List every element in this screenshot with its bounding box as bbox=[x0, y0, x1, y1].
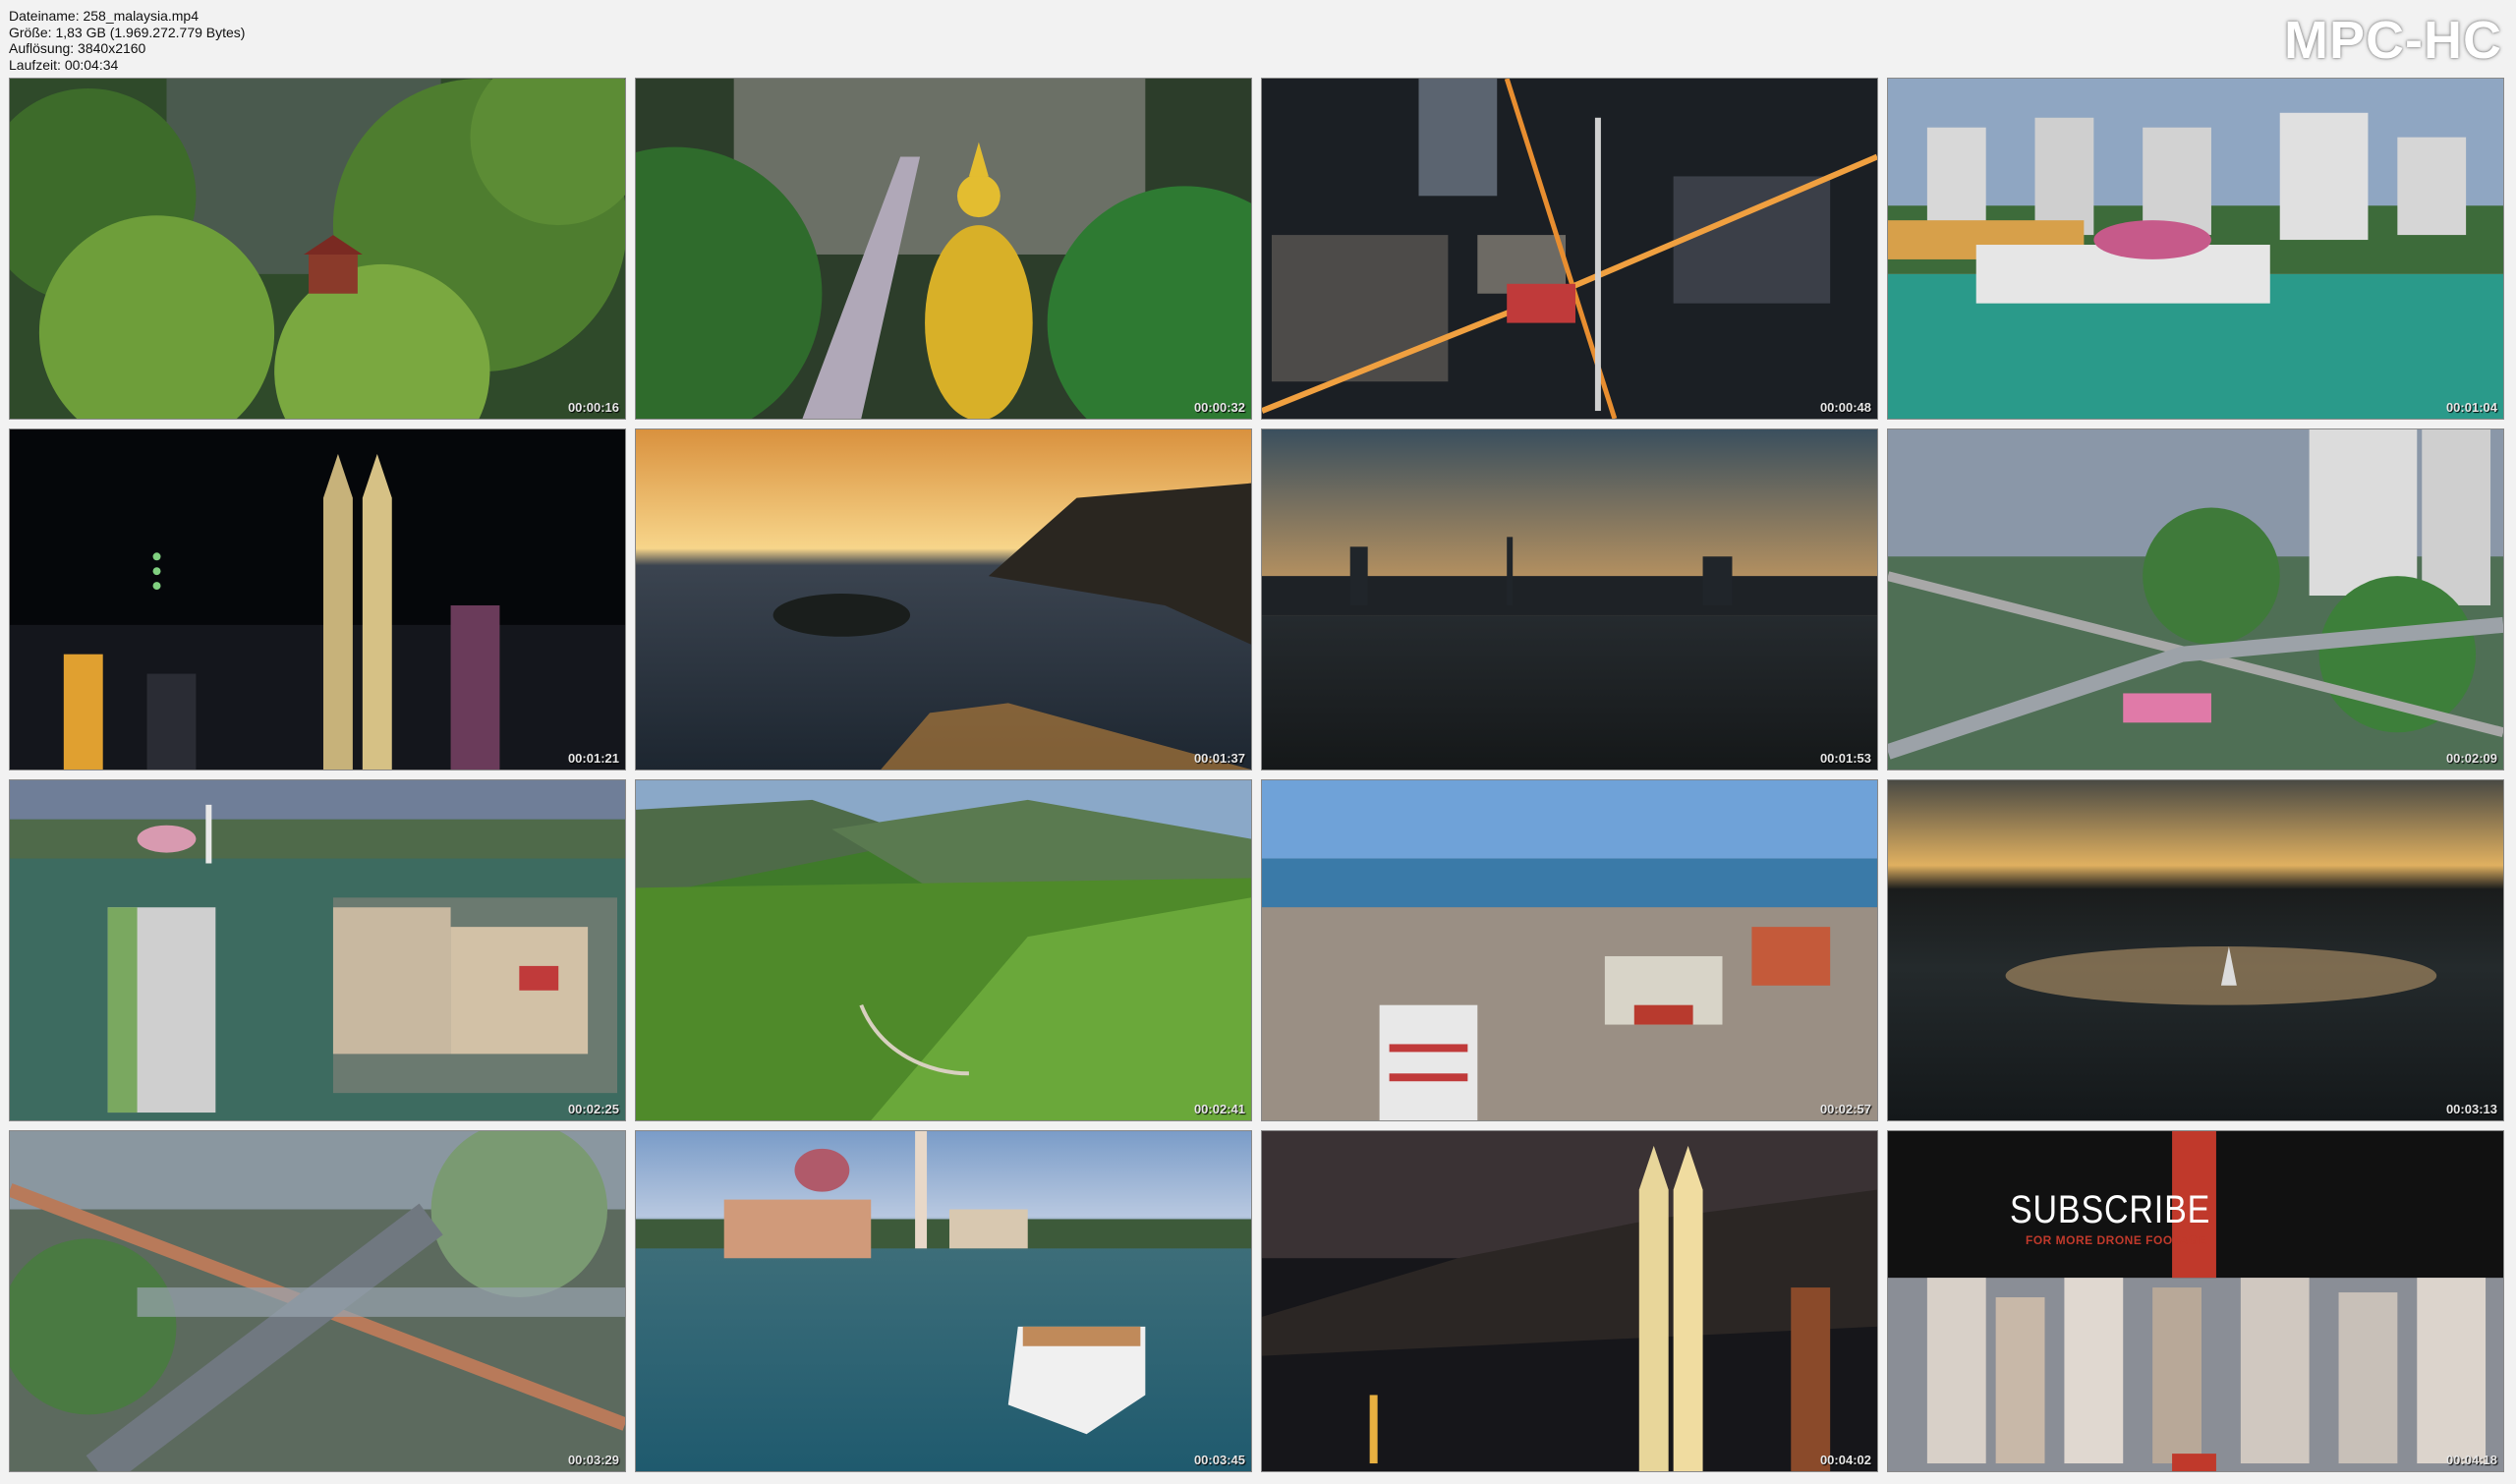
thumbnail-11[interactable]: 00:02:57 bbox=[1261, 779, 1878, 1121]
file-resolution: Auflösung: 3840x2160 bbox=[9, 40, 146, 56]
timestamp: 00:03:45 bbox=[1193, 1453, 1245, 1467]
thumbnail-5[interactable]: 00:01:21 bbox=[9, 428, 626, 771]
thumbnail-14[interactable]: 00:03:45 bbox=[635, 1130, 1252, 1472]
thumbnail-7-image bbox=[1262, 429, 1877, 770]
timestamp: 00:00:16 bbox=[567, 400, 619, 415]
timestamp: 00:02:25 bbox=[567, 1102, 619, 1116]
thumbnail-12[interactable]: 00:03:13 bbox=[1887, 779, 2504, 1121]
thumbnail-5-image bbox=[10, 429, 625, 770]
timestamp: 00:03:29 bbox=[567, 1453, 619, 1467]
thumbnail-4[interactable]: 00:01:04 bbox=[1887, 78, 2504, 420]
thumbnail-1-image bbox=[10, 79, 625, 419]
thumbnail-grid: 00:00:16 00:00:32 00:00:48 00:01:04 00:0… bbox=[9, 78, 2509, 1473]
subscribe-subtitle: FOR MORE DRONE FOOTAGE bbox=[2026, 1233, 2207, 1247]
thumbnail-2-image bbox=[636, 79, 1251, 419]
app-logo: MPC-HC bbox=[2284, 11, 2502, 70]
thumbnail-10-image bbox=[636, 780, 1251, 1120]
timestamp: 00:01:53 bbox=[1819, 751, 1871, 766]
thumbnail-14-image bbox=[636, 1131, 1251, 1471]
thumbnail-2[interactable]: 00:00:32 bbox=[635, 78, 1252, 420]
thumbnail-6[interactable]: 00:01:37 bbox=[635, 428, 1252, 771]
timestamp: 00:03:13 bbox=[2445, 1102, 2497, 1116]
thumbnail-10[interactable]: 00:02:41 bbox=[635, 779, 1252, 1121]
file-size: Größe: 1,83 GB (1.969.272.779 Bytes) bbox=[9, 24, 246, 40]
timestamp: 00:04:18 bbox=[2445, 1453, 2497, 1467]
timestamp: 00:00:32 bbox=[1193, 400, 1245, 415]
subscribe-title: SUBSCRIBE bbox=[2010, 1188, 2211, 1231]
thumbnail-16-image bbox=[1888, 1131, 2503, 1471]
thumbnail-13[interactable]: 00:03:29 bbox=[9, 1130, 626, 1472]
timestamp: 00:04:02 bbox=[1819, 1453, 1871, 1467]
timestamp: 00:01:37 bbox=[1193, 751, 1245, 766]
timestamp: 00:02:57 bbox=[1819, 1102, 1871, 1116]
thumbnail-8-image bbox=[1888, 429, 2503, 770]
thumbnail-13-image bbox=[10, 1131, 625, 1471]
file-name: Dateiname: 258_malaysia.mp4 bbox=[9, 8, 199, 24]
thumbnail-12-image bbox=[1888, 780, 2503, 1120]
thumbnail-1[interactable]: 00:00:16 bbox=[9, 78, 626, 420]
thumbnail-7[interactable]: 00:01:53 bbox=[1261, 428, 1878, 771]
thumbnail-9-image bbox=[10, 780, 625, 1120]
file-duration: Laufzeit: 00:04:34 bbox=[9, 56, 119, 73]
thumbnail-15[interactable]: 00:04:02 bbox=[1261, 1130, 1878, 1472]
thumbnail-3[interactable]: 00:00:48 bbox=[1261, 78, 1878, 420]
thumbnail-15-image bbox=[1262, 1131, 1877, 1471]
thumbnail-11-image bbox=[1262, 780, 1877, 1120]
file-info: Dateiname: 258_malaysia.mp4 Größe: 1,83 … bbox=[9, 8, 245, 73]
thumbnail-6-image bbox=[636, 429, 1251, 770]
timestamp: 00:01:04 bbox=[2445, 400, 2497, 415]
thumbnail-16[interactable]: SUBSCRIBE FOR MORE DRONE FOOTAGE 00:04:1… bbox=[1887, 1130, 2504, 1472]
thumbnail-9[interactable]: 00:02:25 bbox=[9, 779, 626, 1121]
thumbnail-4-image bbox=[1888, 79, 2503, 419]
timestamp: 00:02:41 bbox=[1193, 1102, 1245, 1116]
timestamp: 00:00:48 bbox=[1819, 400, 1871, 415]
timestamp: 00:02:09 bbox=[2445, 751, 2497, 766]
thumbnail-8[interactable]: 00:02:09 bbox=[1887, 428, 2504, 771]
thumbnail-3-image bbox=[1262, 79, 1877, 419]
timestamp: 00:01:21 bbox=[567, 751, 619, 766]
